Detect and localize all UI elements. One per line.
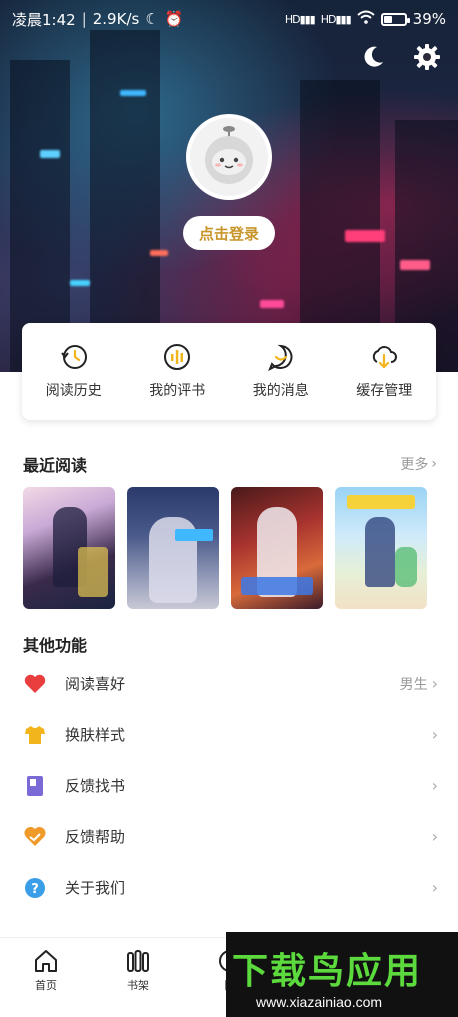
svg-text:?: ? [31, 882, 39, 897]
chevron-right-icon: › [431, 456, 437, 472]
list-item-reading-preference[interactable]: 阅读喜好 男生 › [0, 658, 458, 709]
alarm-icon: ⏰ [164, 10, 184, 28]
other-title: 其他功能 [23, 636, 88, 655]
status-time: 凌晨1:42 [12, 10, 76, 29]
question-icon: ? [23, 876, 47, 900]
nav-bookshelf[interactable]: 书架 [92, 938, 184, 1017]
heart-icon [23, 672, 47, 696]
recent-section-header: 最近阅读 更多 › [23, 452, 437, 476]
quick-action-history[interactable]: 阅读历史 [22, 323, 126, 420]
book-cover[interactable] [23, 487, 115, 609]
feature-list: 阅读喜好 男生 › 换肤样式 › 反馈找书 › 反馈帮助 › ? 关于我们 › [0, 658, 458, 913]
quick-action-label: 我的消息 [252, 383, 309, 399]
status-bar: 凌晨1:42 | 2.9K/s ☾ ⏰ HD▮▮▮ HD▮▮▮ 39% [12, 10, 446, 29]
recent-covers [23, 487, 427, 609]
home-icon [35, 950, 57, 972]
list-item-label: 换肤样式 [65, 726, 126, 744]
quick-action-label: 阅读历史 [45, 383, 102, 399]
chevron-right-icon: › [431, 776, 438, 795]
list-item-label: 阅读喜好 [65, 675, 126, 693]
quick-action-cache[interactable]: 缓存管理 [333, 323, 437, 420]
book-cover[interactable] [127, 487, 219, 609]
quick-action-reviews[interactable]: 我的评书 [126, 323, 230, 420]
cloud-download-icon [373, 346, 398, 369]
shelf-icon [127, 950, 149, 972]
book-cover[interactable] [335, 487, 427, 609]
history-icon [60, 345, 87, 369]
list-item-label: 反馈找书 [65, 777, 126, 795]
quick-action-messages[interactable]: 我的消息 [229, 323, 333, 420]
login-button[interactable]: 点击登录 [183, 216, 275, 250]
battery-percent: 39% [412, 10, 446, 28]
other-section-header: 其他功能 [23, 632, 437, 656]
watermark-overlay: 下载鸟应用 www.xiazainiao.com [226, 932, 458, 1017]
list-item-label: 关于我们 [65, 879, 126, 897]
book-cover[interactable] [231, 487, 323, 609]
network-speed: 2.9K/s [92, 10, 140, 28]
avatar[interactable] [186, 114, 272, 200]
list-item-value: 男生 [399, 676, 428, 693]
nav-label: 书架 [127, 979, 149, 992]
list-item-label: 反馈帮助 [65, 828, 126, 846]
more-link[interactable]: 更多 › [400, 454, 437, 474]
message-icon [267, 344, 293, 371]
book-icon [23, 774, 47, 798]
chevron-right-icon: › [431, 725, 438, 744]
handshake-icon [23, 825, 47, 849]
shirt-icon [23, 723, 47, 747]
quick-action-label: 缓存管理 [356, 383, 413, 399]
wifi-icon [356, 10, 375, 28]
signal-icon-2: HD▮▮▮ [320, 12, 352, 26]
list-item-feedback-help[interactable]: 反馈帮助 › [0, 811, 458, 862]
chevron-right-icon: › [431, 878, 438, 897]
chevron-right-icon: › [431, 674, 438, 693]
watermark-url: www.xiazainiao.com [256, 994, 383, 1010]
audio-bars-icon [164, 344, 191, 370]
moon-status-icon: ☾ [145, 10, 159, 28]
nav-label: 首页 [35, 979, 57, 992]
list-item-skin-style[interactable]: 换肤样式 › [0, 709, 458, 760]
battery-icon [380, 12, 410, 26]
recent-title: 最近阅读 [23, 456, 88, 475]
list-item-feedback-book[interactable]: 反馈找书 › [0, 760, 458, 811]
default-avatar-icon [205, 126, 253, 184]
chevron-right-icon: › [431, 827, 438, 846]
moon-icon[interactable] [358, 42, 388, 72]
nav-home[interactable]: 首页 [0, 938, 92, 1017]
list-item-about-us[interactable]: ? 关于我们 › [0, 862, 458, 913]
signal-icon: HD▮▮▮ [284, 12, 316, 26]
quick-action-label: 我的评书 [149, 383, 206, 399]
more-label: 更多 [400, 457, 429, 473]
gear-icon[interactable] [412, 42, 442, 72]
watermark-title: 下载鸟应用 [232, 951, 423, 992]
quick-actions-card: 阅读历史 我的评书 我的消息 缓存管理 [22, 323, 436, 420]
